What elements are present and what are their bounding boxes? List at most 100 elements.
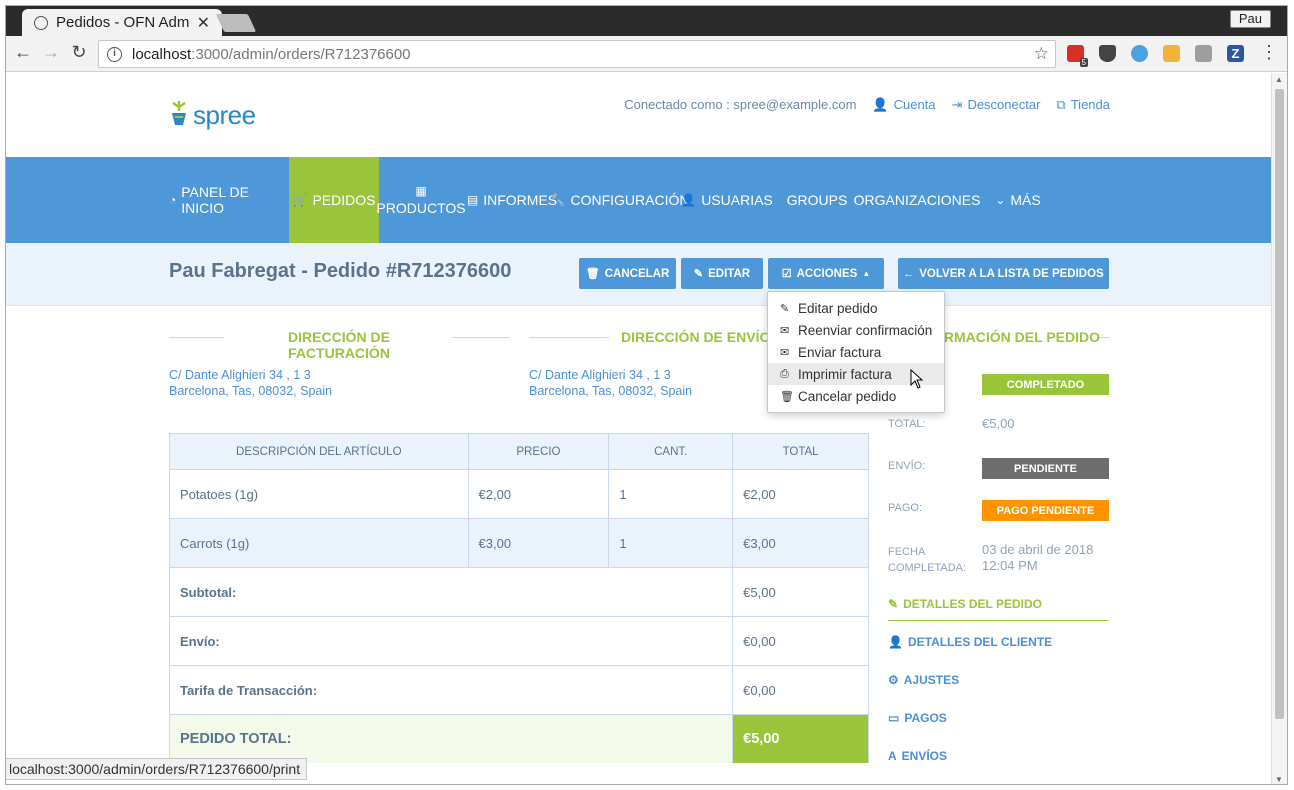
external-link-icon: ⧉ — [1056, 97, 1066, 112]
ext-blue-icon[interactable] — [1131, 45, 1148, 62]
mouse-cursor-icon — [910, 369, 924, 389]
nav-dashboard[interactable]: ◔ PANEL DE INICIO — [169, 157, 289, 243]
page-header: Pau Fabregat - Pedido #R712376600 🗑 CANCE… — [6, 243, 1272, 306]
nav-label: USUARIAS — [701, 192, 773, 208]
item-description: Potatoes (1g) — [169, 469, 469, 519]
column-header: DESCRIPCIÓN DEL ARTÍCULO — [169, 433, 469, 470]
edit-label: EDITAR — [708, 267, 751, 280]
nav-users[interactable]: 👤 USUARIAS — [681, 157, 773, 243]
divider — [529, 337, 609, 338]
address-bar[interactable]: i localhost:3000/admin/orders/R712376600… — [98, 40, 1056, 68]
billing-line-1: C/ Dante Alighieri 34 , 1 3 — [169, 368, 311, 382]
user-icon: 👤 — [888, 635, 903, 649]
payments-link[interactable]: ▭ PAGOS — [888, 711, 947, 725]
user-icon: 👤 — [681, 193, 697, 207]
item-price: €3,00 — [467, 518, 610, 568]
spree-logo[interactable]: spree — [169, 99, 256, 131]
shipping-value: €0,00 — [732, 616, 869, 666]
menu-item-edit-order[interactable]: ✎ Editar pedido — [768, 297, 944, 319]
close-tab-icon[interactable]: ✕ — [197, 13, 210, 33]
logout-link[interactable]: ⇥ Desconectar — [952, 97, 1041, 113]
nav-label: PRODUCTOS — [376, 200, 466, 216]
menu-item-label: Imprimir factura — [798, 366, 892, 382]
trash-icon: 🗑 — [780, 390, 794, 403]
shipping-row: Envío: €0,00 — [168, 616, 869, 666]
camera-icon[interactable] — [1195, 45, 1212, 62]
completed-date-label: FECHA COMPLETADA: — [888, 544, 966, 576]
divider — [1100, 337, 1110, 338]
menu-kebab-icon[interactable]: ⋮ — [1258, 42, 1280, 63]
edit-button[interactable]: ✎ EDITAR — [681, 258, 763, 289]
item-description: Carrots (1g) — [169, 518, 469, 568]
ext-face-icon[interactable] — [1163, 45, 1180, 62]
account-link[interactable]: 👤 Cuenta — [872, 97, 935, 113]
info-icon[interactable]: i — [107, 46, 122, 62]
side-link-label: DETALLES DEL PEDIDO — [903, 597, 1042, 611]
grid-icon: ▦ — [415, 184, 427, 198]
bookmark-star-icon[interactable]: ☆ — [1034, 44, 1049, 64]
shipments-link[interactable]: A ENVÍOS — [888, 749, 947, 763]
payment-label: PAGO: — [888, 502, 923, 514]
customer-details-link[interactable]: 👤 DETALLES DEL CLIENTE — [888, 635, 1052, 649]
order-details-link[interactable]: ✎ DETALLES DEL PEDIDO — [888, 597, 1042, 611]
profile-button[interactable]: Pau — [1229, 10, 1271, 28]
actions-label: ACCIONES — [796, 267, 858, 280]
nav-label: GROUPS — [786, 192, 848, 208]
nav-configuration[interactable]: 🔧 CONFIGURACIÓN — [551, 157, 690, 243]
active-divider — [888, 620, 1109, 621]
reload-icon[interactable]: ↻ — [68, 42, 90, 63]
menu-item-send-invoice[interactable]: ✉ Enviar factura — [768, 341, 944, 363]
scroll-down-icon[interactable]: ▼ — [1275, 775, 1283, 784]
forward-arrow-icon[interactable]: → — [40, 42, 62, 63]
zotero-icon[interactable]: Z — [1227, 45, 1244, 62]
shipping-label: Envío: — [168, 616, 734, 666]
nav-reports[interactable]: ▤ INFORMES — [467, 157, 557, 243]
shipping-line-1: C/ Dante Alighieri 34 , 1 3 — [529, 368, 671, 382]
side-link-label: AJUSTES — [903, 673, 960, 687]
trash-icon: 🗑 — [585, 268, 600, 280]
sign-out-icon: ⇥ — [951, 97, 963, 112]
status-badge: COMPLETADO — [982, 374, 1109, 395]
ext-badge: 5 — [1079, 58, 1088, 67]
browser-tab[interactable]: Pedidos - OFN Adm ✕ — [22, 9, 222, 36]
store-label: Tienda — [1070, 97, 1110, 112]
nav-products[interactable]: ▦ PRODUCTOS — [376, 157, 466, 243]
time-line: 12:04 PM — [982, 558, 1038, 573]
logo-text: spree — [193, 99, 256, 130]
url-host: localhost — [132, 45, 192, 63]
scroll-thumb[interactable] — [1275, 89, 1284, 719]
back-to-orders-button[interactable]: ← VOLVER A LA LISTA DE PEDIDOS — [898, 258, 1109, 289]
adjustments-link[interactable]: ⚙ AJUSTES — [888, 673, 959, 687]
nav-label: PEDIDOS — [312, 192, 376, 208]
dashboard-icon: ◔ — [169, 193, 177, 207]
calendar-ext-icon[interactable]: 5 — [1067, 45, 1088, 67]
total-label: TOTAL: — [888, 418, 926, 430]
menu-item-label: Enviar factura — [798, 344, 882, 360]
nav-organizations[interactable]: ORGANIZACIONES — [854, 157, 981, 243]
table-row: Carrots (1g) €3,00 1 €3,00 — [169, 518, 869, 568]
menu-item-resend-confirmation[interactable]: ✉ Reenviar confirmación — [768, 319, 944, 341]
back-arrow-icon[interactable]: ← — [12, 42, 34, 63]
actions-button[interactable]: ☑ ACCIONES ▲ — [768, 258, 884, 289]
pocket-icon[interactable] — [1099, 45, 1116, 62]
top-links: Conectado como : spree@example.com 👤 Cuen… — [624, 97, 1110, 113]
scroll-up-icon[interactable]: ▲ — [1275, 75, 1283, 84]
line-items-table: DESCRIPCIÓN DEL ARTÍCULO PRECIO CANT. TO… — [168, 433, 869, 763]
nav-label: MÁS — [1010, 192, 1041, 208]
table-header-row: DESCRIPCIÓN DEL ARTÍCULO PRECIO CANT. TO… — [169, 433, 869, 470]
date-label-line: COMPLETADA: — [888, 562, 967, 574]
nav-label: PANEL DE INICIO — [181, 184, 249, 216]
page-scrollbar[interactable]: ▲ ▼ — [1271, 73, 1287, 784]
nav-groups[interactable]: GROUPS — [786, 157, 848, 243]
tab-title: Pedidos - OFN Adm — [56, 14, 190, 31]
order-total-row: PEDIDO TOTAL: €5,00 — [168, 714, 869, 763]
envelope-icon: ✉ — [780, 324, 790, 337]
shipping-line-2: Barcelona, Tas, 08032, Spain — [529, 384, 693, 398]
store-link[interactable]: ⧉ Tienda — [1056, 97, 1110, 113]
cancel-button[interactable]: 🗑 CANCELAR — [579, 258, 676, 289]
date-line: 03 de abril de 2018 — [982, 542, 1094, 557]
fee-value: €0,00 — [732, 665, 869, 715]
nav-more[interactable]: ⌄ MÁS — [994, 157, 1042, 243]
logout-label: Desconectar — [967, 97, 1041, 112]
menu-item-label: Reenviar confirmación — [798, 322, 933, 338]
